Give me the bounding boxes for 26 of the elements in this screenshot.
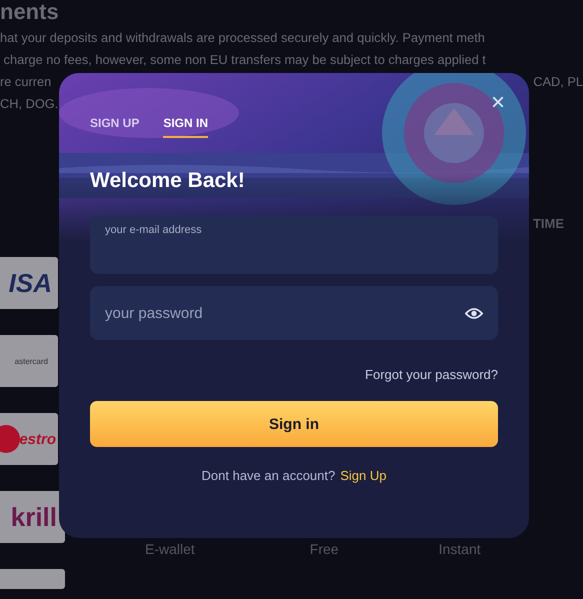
column-header: TIME xyxy=(532,216,564,231)
tab[interactable]: SIGN UP xyxy=(90,116,140,138)
sign-in-button[interactable]: Sign in xyxy=(90,401,498,447)
paragraph-text: re curren xyxy=(0,74,52,88)
table-cell: E-wallet xyxy=(145,541,195,557)
logo-card xyxy=(0,569,65,589)
payment-logo: krill xyxy=(0,491,65,543)
tab[interactable]: SIGN IN xyxy=(163,116,208,138)
forgot-password-link[interactable]: Forgot your password? xyxy=(365,367,498,382)
paragraph-text: CH, DOG. xyxy=(0,96,58,110)
table-cell: Free xyxy=(310,541,339,557)
email-field[interactable]: your e-mail address xyxy=(90,216,498,274)
paragraph-text: CAD, PL xyxy=(533,74,583,88)
account-prompt: Dont have an account? xyxy=(202,468,336,483)
paragraph-text: charge no fees, however, some non EU transfers may be subject to charges applied t xyxy=(2,52,486,66)
payment-logo: estro xyxy=(0,413,58,465)
close-button[interactable]: × xyxy=(488,91,507,115)
page-heading: nents xyxy=(0,0,59,24)
table-cell: Instant xyxy=(438,541,481,557)
paragraph-text: hat your deposits and withdrawals are processed securely and quickly. Payment meth xyxy=(0,30,485,44)
password-field[interactable]: your password xyxy=(90,286,498,340)
dialog-title: Welcome Back! xyxy=(90,169,246,193)
payment-logo: astercard xyxy=(0,335,58,387)
eye-icon[interactable] xyxy=(465,307,483,320)
payment-logo: ISA xyxy=(0,257,58,309)
sign-up-link[interactable]: Sign Up xyxy=(340,468,386,483)
